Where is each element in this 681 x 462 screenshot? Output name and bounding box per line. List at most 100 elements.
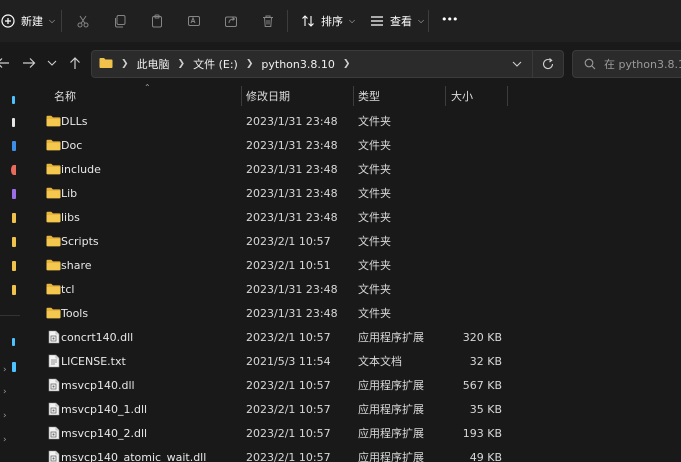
file-size <box>445 205 502 229</box>
chevron-right-icon[interactable]: › <box>3 387 7 397</box>
breadcrumb-chevron-icon: ❯ <box>342 59 351 69</box>
file-size <box>445 133 502 157</box>
rename-icon[interactable] <box>186 13 202 29</box>
nav-item-icon[interactable] <box>12 213 16 223</box>
file-size <box>445 253 502 277</box>
nav-item-icon[interactable] <box>12 362 16 372</box>
file-row[interactable]: concrt140.dll 2023/2/1 10:57 应用程序扩展 320 KB <box>32 325 681 349</box>
column-divider[interactable] <box>507 86 508 106</box>
file-modified-date: 2023/1/31 23:48 <box>246 162 338 176</box>
file-row[interactable]: tcl 2023/1/31 23:48 文件夹 <box>32 277 681 301</box>
breadcrumb-python-folder[interactable]: python3.8.10 <box>261 58 334 71</box>
column-header-date[interactable]: 修改日期 <box>246 84 346 108</box>
address-bar[interactable]: ❯ 此电脑 ❯ 文件 (E:) ❯ python3.8.10 ❯ <box>91 50 564 78</box>
chevron-right-icon[interactable]: › <box>3 365 7 375</box>
file-row[interactable]: msvcp140_atomic_wait.dll 2023/2/1 10:57 应用… <box>32 445 681 462</box>
search-box[interactable]: 在 python3.8.10 中 <box>572 50 681 78</box>
chevron-down-icon: ⌵ <box>418 16 425 25</box>
address-history-chevron-icon[interactable] <box>511 57 523 74</box>
file-row[interactable]: msvcp140_2.dll 2023/2/1 10:57 应用程序扩展 193 KB <box>32 421 681 445</box>
file-name-cell[interactable]: msvcp140_atomic_wait.dll <box>46 445 206 462</box>
folder-icon <box>46 114 61 129</box>
new-button[interactable]: 新建 ⌵ <box>0 6 55 36</box>
file-name-cell[interactable]: Doc <box>46 133 82 157</box>
file-name-cell[interactable]: concrt140.dll <box>46 325 133 349</box>
file-row[interactable]: Doc 2023/1/31 23:48 文件夹 <box>32 133 681 157</box>
file-row[interactable]: msvcp140_1.dll 2023/2/1 10:57 应用程序扩展 35 KB <box>32 397 681 421</box>
nav-item-icon[interactable] <box>12 285 16 295</box>
column-divider[interactable] <box>353 86 354 106</box>
text-file-icon <box>46 354 61 369</box>
file-type: 应用程序扩展 <box>358 379 424 392</box>
file-size: 35 KB <box>469 402 502 416</box>
nav-item-icon[interactable] <box>11 165 16 175</box>
file-row[interactable]: Tools 2023/1/31 23:48 文件夹 <box>32 301 681 325</box>
breadcrumb-drive-e[interactable]: 文件 (E:) <box>193 56 238 72</box>
file-name-cell[interactable]: include <box>46 157 101 181</box>
file-name: include <box>61 162 101 176</box>
chevron-right-icon[interactable]: › <box>3 411 7 421</box>
file-name: msvcp140_1.dll <box>61 402 148 416</box>
file-row[interactable]: msvcp140.dll 2023/2/1 10:57 应用程序扩展 567 KB <box>32 373 681 397</box>
file-row[interactable]: libs 2023/1/31 23:48 文件夹 <box>32 205 681 229</box>
file-size: 193 KB <box>462 426 502 440</box>
view-button[interactable]: 查看 ⌵ <box>369 6 424 36</box>
file-name-cell[interactable]: Lib <box>46 181 77 205</box>
file-name-cell[interactable]: share <box>46 253 92 277</box>
folder-icon <box>46 162 61 177</box>
share-icon[interactable] <box>223 13 239 29</box>
forward-arrow-icon[interactable] <box>21 55 37 71</box>
file-row[interactable]: share 2023/2/1 10:51 文件夹 <box>32 253 681 277</box>
column-type-label: 类型 <box>358 90 380 103</box>
column-divider[interactable] <box>241 86 242 106</box>
file-size <box>445 301 502 325</box>
recent-chevron-down-icon[interactable] <box>44 55 60 71</box>
paste-icon[interactable] <box>149 13 165 29</box>
nav-item-icon[interactable] <box>12 338 15 346</box>
nav-item-icon[interactable] <box>12 96 15 104</box>
file-type: 文件夹 <box>358 211 391 224</box>
folder-icon <box>46 186 61 201</box>
file-name-cell[interactable]: LICENSE.txt <box>46 349 126 373</box>
view-label: 查看 <box>390 15 412 28</box>
file-name-cell[interactable]: msvcp140_1.dll <box>46 397 147 421</box>
more-options-button[interactable]: ••• <box>441 13 458 26</box>
sort-button[interactable]: 排序 ⌵ <box>300 6 355 36</box>
nav-item-icon[interactable] <box>12 261 16 271</box>
nav-item-icon[interactable] <box>12 237 16 247</box>
cut-icon[interactable] <box>75 13 91 29</box>
nav-item-icon[interactable] <box>12 118 15 127</box>
up-arrow-icon[interactable] <box>67 55 83 71</box>
breadcrumb-chevron-icon: ❯ <box>245 59 254 69</box>
column-header-row: ⌃ 名称 修改日期 类型 大小 <box>32 83 681 108</box>
toolbar-divider <box>287 10 288 32</box>
file-name-cell[interactable]: Tools <box>46 301 88 325</box>
nav-item-icon[interactable] <box>12 141 16 151</box>
file-name-cell[interactable]: DLLs <box>46 109 87 133</box>
file-name-cell[interactable]: msvcp140_2.dll <box>46 421 147 445</box>
file-row[interactable]: include 2023/1/31 23:48 文件夹 <box>32 157 681 181</box>
copy-icon[interactable] <box>112 13 128 29</box>
column-divider[interactable] <box>445 86 446 106</box>
file-name-cell[interactable]: Scripts <box>46 229 99 253</box>
back-arrow-icon[interactable] <box>0 55 11 71</box>
column-header-size[interactable]: 大小 <box>451 84 507 108</box>
chevron-right-icon[interactable]: › <box>3 435 7 445</box>
column-header-type[interactable]: 类型 <box>358 84 438 108</box>
refresh-icon[interactable] <box>541 57 555 74</box>
file-name-cell[interactable]: msvcp140.dll <box>46 373 135 397</box>
file-row[interactable]: Lib 2023/1/31 23:48 文件夹 <box>32 181 681 205</box>
file-row[interactable]: Scripts 2023/2/1 10:57 文件夹 <box>32 229 681 253</box>
file-name-cell[interactable]: tcl <box>46 277 74 301</box>
file-name-cell[interactable]: libs <box>46 205 80 229</box>
file-row[interactable]: DLLs 2023/1/31 23:48 文件夹 <box>32 109 681 133</box>
nav-item-icon[interactable] <box>12 189 16 199</box>
file-size <box>445 181 502 205</box>
delete-icon[interactable] <box>260 13 276 29</box>
file-row[interactable]: LICENSE.txt 2021/5/3 11:54 文本文档 32 KB <box>32 349 681 373</box>
breadcrumb-this-pc[interactable]: 此电脑 <box>137 56 170 72</box>
column-header-name[interactable]: 名称 <box>54 84 234 108</box>
dll-file-icon <box>46 426 61 441</box>
file-name: share <box>61 258 92 272</box>
file-modified-date: 2023/2/1 10:57 <box>246 402 331 416</box>
